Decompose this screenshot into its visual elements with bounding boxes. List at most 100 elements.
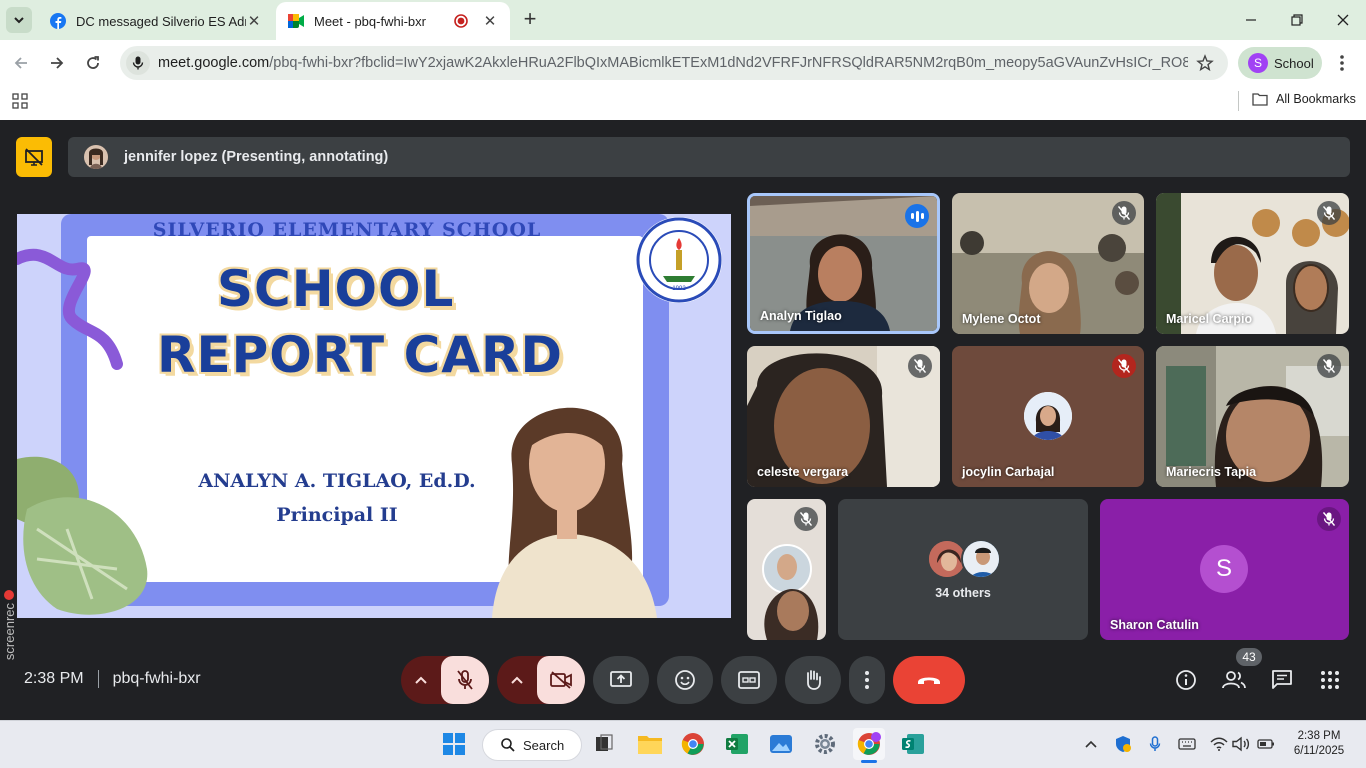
participant-name: jocylin Carbajal: [962, 465, 1055, 479]
tab-search-button[interactable]: [6, 7, 32, 33]
photos-app[interactable]: [765, 728, 797, 760]
mic-off-icon: [457, 670, 473, 690]
excel-icon: [726, 734, 748, 754]
chat-button[interactable]: [1266, 664, 1298, 696]
slide-heading-1: SCHOOL: [217, 260, 455, 318]
file-explorer-app[interactable]: [634, 728, 666, 760]
mic-off-icon: [1118, 206, 1130, 220]
keyboard-icon: [1178, 738, 1196, 750]
participant-tile[interactable]: jocylin Carbajal: [952, 346, 1144, 487]
close-tab-icon[interactable]: ✕: [482, 13, 498, 30]
mic-off-icon: [1323, 512, 1335, 526]
participant-name: Mariecris Tapia: [1166, 465, 1257, 479]
excel-app[interactable]: [721, 728, 753, 760]
show-hidden-icons[interactable]: [1081, 734, 1101, 754]
muted-indicator: [794, 507, 818, 531]
participant-tile[interactable]: [747, 499, 826, 640]
new-tab-button[interactable]: +: [518, 8, 542, 31]
participant-tile[interactable]: celeste vergara: [747, 346, 940, 487]
reactions-button[interactable]: [657, 656, 713, 704]
activities-button[interactable]: [1314, 664, 1346, 696]
arrow-left-icon: [14, 57, 27, 69]
avatar: S: [1248, 53, 1268, 73]
participant-tile[interactable]: Mariecris Tapia: [1156, 346, 1349, 487]
wifi-icon: [1210, 737, 1228, 751]
profile-button[interactable]: S School: [1238, 47, 1322, 79]
close-window-button[interactable]: [1320, 8, 1366, 32]
battery-tray-icon[interactable]: [1256, 734, 1276, 754]
restore-button[interactable]: [1274, 8, 1320, 32]
taskbar-clock[interactable]: 2:38 PM 6/11/2025: [1284, 729, 1354, 759]
tab-title: Meet - pbq-fwhi-bxr: [314, 13, 426, 29]
start-button[interactable]: [438, 728, 470, 760]
settings-app[interactable]: [809, 728, 841, 760]
minimize-icon: [1246, 19, 1256, 21]
chrome-icon: [681, 733, 704, 755]
chrome-profile-app[interactable]: [853, 728, 885, 760]
minimize-button[interactable]: [1228, 8, 1274, 32]
wifi-tray-icon[interactable]: [1209, 734, 1229, 754]
tab-meet[interactable]: Meet - pbq-fwhi-bxr ✕: [276, 2, 510, 40]
windows-logo-icon: [443, 733, 465, 755]
recording-dot-icon: [4, 590, 14, 600]
presenter-bar: jennifer lopez (Presenting, annotating): [68, 137, 1350, 177]
audio-settings-button[interactable]: [401, 656, 441, 704]
url-path: /pbq-fwhi-bxr?fbclid=IwY2xjawK2AkxleHRuA…: [269, 55, 1188, 71]
arrow-right-icon: [51, 57, 64, 69]
leave-call-button[interactable]: [893, 656, 965, 704]
sway-icon: [902, 734, 924, 754]
google-meet-icon: [288, 14, 304, 28]
raise-hand-button[interactable]: [785, 656, 841, 704]
video-settings-button[interactable]: [497, 656, 537, 704]
presenter-label: jennifer lopez (Presenting, annotating): [124, 149, 389, 165]
site-info-button[interactable]: [126, 51, 150, 75]
volume-tray-icon[interactable]: [1231, 734, 1251, 754]
apps-grid-icon: [1321, 671, 1339, 689]
tab-facebook[interactable]: DC messaged Silverio ES Admin ✕: [38, 2, 274, 40]
browser-menu-button[interactable]: [1336, 52, 1348, 74]
active-app-indicator: [861, 760, 877, 763]
present-screen-button[interactable]: [593, 656, 649, 704]
bookmark-star-icon[interactable]: [1196, 54, 1214, 72]
microphone-icon: [1149, 736, 1161, 751]
apps-grid-icon[interactable]: [12, 93, 28, 109]
participant-tile[interactable]: Maricel Carpio: [1156, 193, 1349, 334]
photos-icon: [770, 735, 792, 753]
back-button[interactable]: [8, 50, 34, 76]
keyboard-tray-icon[interactable]: [1177, 734, 1197, 754]
address-bar[interactable]: meet.google.com/pbq-fwhi-bxr?fbclid=IwY2…: [120, 46, 1228, 80]
presentation-indicator[interactable]: [16, 137, 52, 177]
chrome-app[interactable]: [677, 728, 709, 760]
meeting-info-button[interactable]: [1170, 664, 1202, 696]
camera-toggle-button[interactable]: [537, 656, 585, 704]
security-tray-icon[interactable]: [1113, 734, 1133, 754]
search-icon: [501, 738, 515, 752]
mic-off-icon: [914, 359, 926, 373]
mic-off-icon: [800, 512, 812, 526]
sway-app[interactable]: [897, 728, 929, 760]
folder-icon: [1252, 93, 1268, 106]
forward-button[interactable]: [44, 50, 70, 76]
microphone-icon: [132, 56, 144, 70]
muted-indicator: [1112, 354, 1136, 378]
others-tile[interactable]: 34 others: [838, 499, 1088, 640]
task-view-button[interactable]: [588, 728, 620, 760]
bookmarks-bar: [0, 86, 1366, 120]
microphone-tray-icon[interactable]: [1145, 734, 1165, 754]
participant-tile[interactable]: Analyn Tiglao: [747, 193, 940, 334]
meeting-time: 2:38 PM: [24, 670, 84, 687]
taskbar-search[interactable]: Search: [482, 729, 582, 761]
reload-button[interactable]: [80, 50, 106, 76]
presenter-avatar: [84, 145, 108, 169]
chat-icon: [1272, 670, 1292, 689]
captions-button[interactable]: [721, 656, 777, 704]
people-button[interactable]: [1218, 664, 1250, 696]
chevron-down-icon: [14, 17, 24, 24]
chevron-up-icon: [415, 676, 427, 684]
all-bookmarks-button[interactable]: All Bookmarks: [1252, 92, 1356, 106]
participant-tile[interactable]: S Sharon Catulin: [1100, 499, 1349, 640]
participant-tile[interactable]: Mylene Octot: [952, 193, 1144, 334]
close-tab-icon[interactable]: ✕: [246, 13, 262, 30]
microphone-toggle-button[interactable]: [441, 656, 489, 704]
more-options-button[interactable]: [849, 656, 885, 704]
